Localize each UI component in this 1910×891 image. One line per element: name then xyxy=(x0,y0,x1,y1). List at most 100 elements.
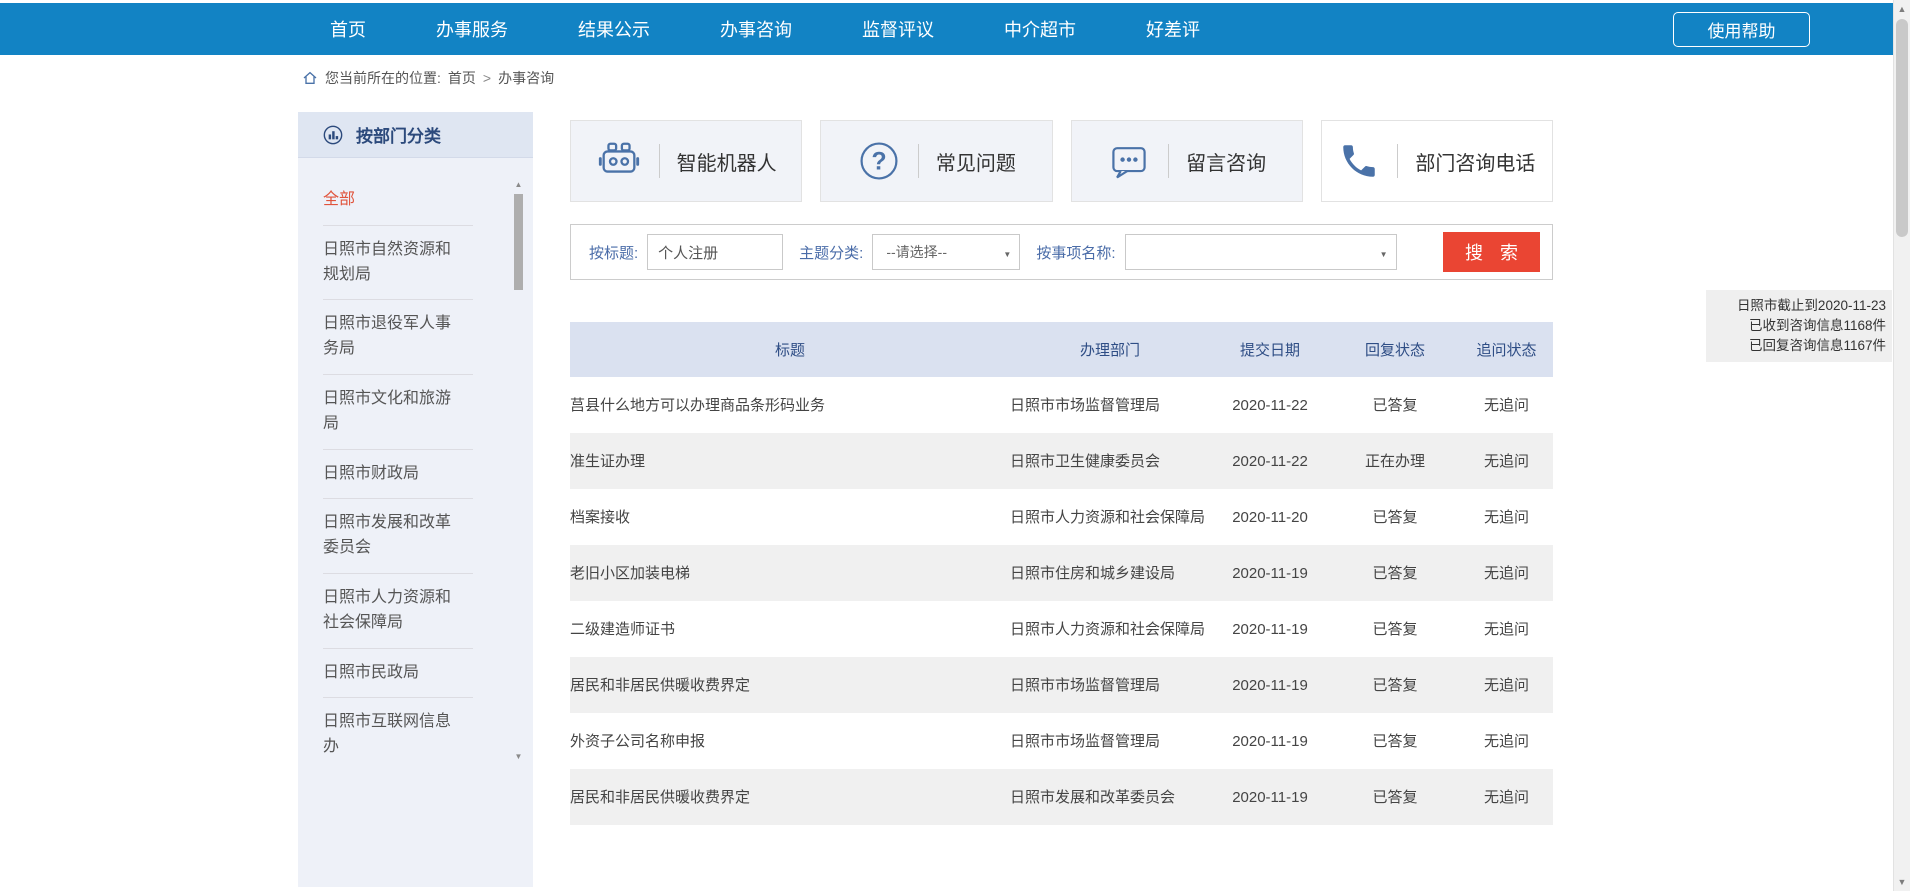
row-title[interactable]: 外资子公司名称申报 xyxy=(570,713,1010,769)
table-row[interactable]: 老旧小区加装电梯 日照市住房和城乡建设局 2020-11-19 已答复 无追问 xyxy=(570,545,1553,601)
row-department: 日照市市场监督管理局 xyxy=(1010,657,1210,713)
row-department: 日照市市场监督管理局 xyxy=(1010,377,1210,433)
stats-line-cutoff: 日照市截止到2020-11-23 xyxy=(1710,296,1886,316)
sidebar-item-human-resources[interactable]: 日照市人力资源和社会保障局 xyxy=(323,574,473,649)
table-row[interactable]: 档案接收 日照市人力资源和社会保障局 2020-11-20 已答复 无追问 xyxy=(570,489,1553,545)
table-row[interactable]: 居民和非居民供暖收费界定 日照市发展和改革委员会 2020-11-19 已答复 … xyxy=(570,769,1553,825)
row-department: 日照市发展和改革委员会 xyxy=(1010,769,1210,825)
page-scrollbar[interactable]: ▲ ▼ xyxy=(1893,0,1910,891)
row-department: 日照市卫生健康委员会 xyxy=(1010,433,1210,489)
row-followup-status: 无追问 xyxy=(1460,545,1553,601)
faq-label: 常见问题 xyxy=(936,147,1016,176)
table-row[interactable]: 居民和非居民供暖收费界定 日照市市场监督管理局 2020-11-19 已答复 无… xyxy=(570,657,1553,713)
title-filter-input[interactable] xyxy=(647,234,783,270)
message-icon xyxy=(1107,139,1151,183)
row-date: 2020-11-22 xyxy=(1210,377,1330,433)
header-reply-status: 回复状态 xyxy=(1330,322,1460,377)
item-filter-label: 按事项名称: xyxy=(1036,242,1115,263)
question-icon: ? xyxy=(857,139,901,183)
nav-item-services[interactable]: 办事服务 xyxy=(436,16,508,42)
smart-robot-button[interactable]: 智能机器人 xyxy=(570,120,802,202)
item-filter-select[interactable] xyxy=(1125,234,1397,270)
search-button[interactable]: 搜 索 xyxy=(1443,232,1540,272)
row-reply-status: 已答复 xyxy=(1330,545,1460,601)
table-row[interactable]: 准生证办理 日照市卫生健康委员会 2020-11-22 正在办理 无追问 xyxy=(570,433,1553,489)
row-department: 日照市人力资源和社会保障局 xyxy=(1010,601,1210,657)
breadcrumb: 您当前所在的位置: 首页 > 办事咨询 xyxy=(302,68,554,88)
row-followup-status: 无追问 xyxy=(1460,377,1553,433)
nav-item-supervision[interactable]: 监督评议 xyxy=(862,16,934,42)
row-date: 2020-11-19 xyxy=(1210,601,1330,657)
row-date: 2020-11-22 xyxy=(1210,433,1330,489)
nav-item-home[interactable]: 首页 xyxy=(330,16,366,42)
row-date: 2020-11-19 xyxy=(1210,657,1330,713)
sidebar-scroll-up-icon[interactable]: ▲ xyxy=(513,180,524,190)
table-header-row: 标题 办理部门 提交日期 回复状态 追问状态 xyxy=(570,322,1553,377)
divider xyxy=(918,144,919,178)
header-title: 标题 xyxy=(570,322,1010,377)
table-row[interactable]: 外资子公司名称申报 日照市市场监督管理局 2020-11-19 已答复 无追问 xyxy=(570,713,1553,769)
row-title[interactable]: 居民和非居民供暖收费界定 xyxy=(570,769,1010,825)
stats-line-received: 已收到咨询信息1168件 xyxy=(1710,316,1886,336)
divider xyxy=(1397,144,1398,178)
row-department: 日照市人力资源和社会保障局 xyxy=(1010,489,1210,545)
row-reply-status: 已答复 xyxy=(1330,489,1460,545)
message-consult-button[interactable]: 留言咨询 xyxy=(1071,120,1303,202)
divider xyxy=(1168,144,1169,178)
row-title[interactable]: 莒县什么地方可以办理商品条形码业务 xyxy=(570,377,1010,433)
search-panel: 按标题: 主题分类: --请选择-- 按事项名称: 搜 索 xyxy=(570,224,1553,280)
sidebar-scroll-down-icon[interactable]: ▼ xyxy=(513,752,524,762)
sidebar-title: 按部门分类 xyxy=(356,122,441,147)
svg-text:?: ? xyxy=(871,148,886,175)
nav-item-results[interactable]: 结果公示 xyxy=(578,16,650,42)
breadcrumb-home[interactable]: 首页 xyxy=(448,68,476,88)
header-date: 提交日期 xyxy=(1210,322,1330,377)
sidebar-item-development-reform[interactable]: 日照市发展和改革委员会 xyxy=(323,499,473,574)
row-reply-status: 已答复 xyxy=(1330,769,1460,825)
sidebar-scrollbar-thumb[interactable] xyxy=(514,194,523,290)
nav-item-consult[interactable]: 办事咨询 xyxy=(720,16,792,42)
table-row[interactable]: 二级建造师证书 日照市人力资源和社会保障局 2020-11-19 已答复 无追问 xyxy=(570,601,1553,657)
sidebar-item-veterans[interactable]: 日照市退役军人事务局 xyxy=(323,300,473,375)
page-scrollbar-thumb[interactable] xyxy=(1896,19,1908,237)
row-followup-status: 无追问 xyxy=(1460,657,1553,713)
sidebar-item-finance[interactable]: 日照市财政局 xyxy=(323,450,473,500)
header-department: 办理部门 xyxy=(1010,322,1210,377)
sidebar-item-culture-tourism[interactable]: 日照市文化和旅游局 xyxy=(323,375,473,450)
main-content: 智能机器人 ? 常见问题 留 xyxy=(570,120,1553,825)
row-title[interactable]: 二级建造师证书 xyxy=(570,601,1010,657)
row-department: 日照市住房和城乡建设局 xyxy=(1010,545,1210,601)
row-department: 日照市市场监督管理局 xyxy=(1010,713,1210,769)
category-icon xyxy=(320,122,346,148)
scroll-up-icon[interactable]: ▲ xyxy=(1894,1,1910,17)
help-button[interactable]: 使用帮助 xyxy=(1673,12,1810,47)
sidebar-header: 按部门分类 xyxy=(298,112,533,158)
sidebar-item-all[interactable]: 全部 xyxy=(323,176,473,226)
sidebar-item-civil-affairs[interactable]: 日照市民政局 xyxy=(323,649,473,699)
row-date: 2020-11-19 xyxy=(1210,769,1330,825)
phone-consult-button[interactable]: 部门咨询电话 xyxy=(1321,120,1553,202)
sidebar-scrollbar[interactable]: ▲ ▼ xyxy=(513,180,524,762)
category-filter-select[interactable]: --请选择-- xyxy=(872,234,1020,270)
row-followup-status: 无追问 xyxy=(1460,433,1553,489)
row-title[interactable]: 居民和非居民供暖收费界定 xyxy=(570,657,1010,713)
nav-item-intermediary[interactable]: 中介超市 xyxy=(1004,16,1076,42)
breadcrumb-separator: > xyxy=(483,70,491,86)
faq-button[interactable]: ? 常见问题 xyxy=(820,120,1052,202)
sidebar-item-internet-info[interactable]: 日照市互联网信息办 xyxy=(323,698,473,772)
row-followup-status: 无追问 xyxy=(1460,713,1553,769)
row-title[interactable]: 档案接收 xyxy=(570,489,1010,545)
breadcrumb-prefix: 您当前所在的位置: xyxy=(325,68,441,88)
department-sidebar: 按部门分类 全部 日照市自然资源和规划局 日照市退役军人事务局 日照市文化和旅游… xyxy=(298,112,533,887)
nav-item-rating[interactable]: 好差评 xyxy=(1146,16,1200,42)
row-title[interactable]: 准生证办理 xyxy=(570,433,1010,489)
divider xyxy=(659,144,660,178)
sidebar-item-natural-resources[interactable]: 日照市自然资源和规划局 xyxy=(323,226,473,301)
scroll-down-icon[interactable]: ▼ xyxy=(1894,874,1910,890)
smart-robot-label: 智能机器人 xyxy=(677,147,777,176)
breadcrumb-current[interactable]: 办事咨询 xyxy=(498,68,554,88)
robot-icon xyxy=(596,138,642,184)
row-title[interactable]: 老旧小区加装电梯 xyxy=(570,545,1010,601)
table-row[interactable]: 莒县什么地方可以办理商品条形码业务 日照市市场监督管理局 2020-11-22 … xyxy=(570,377,1553,433)
row-reply-status: 已答复 xyxy=(1330,713,1460,769)
